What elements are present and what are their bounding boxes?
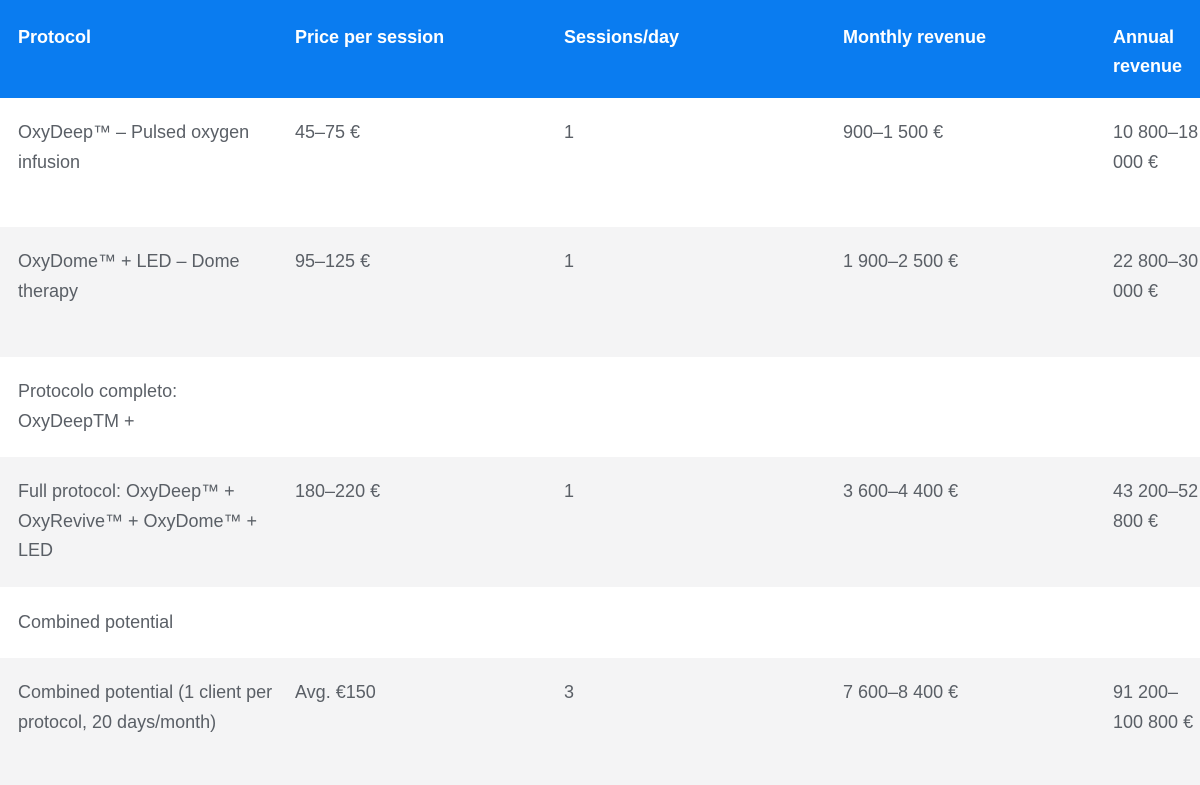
cell-protocol: Protocolo completo: OxyDeepTM + [18,381,178,431]
header-protocol: Protocol [18,27,92,47]
cell-monthly [825,587,1093,658]
cell-price: 180–220 € [295,481,381,501]
table-header: Protocol Price per session Sessions/day … [0,0,1200,98]
cell-price: Avg. €150 [295,682,376,702]
table-row: Full protocol: OxyDeep™ + OxyRevive™ + O… [0,457,1200,587]
cell-price [277,357,547,457]
cell-annual: 91 200–100 800 € [1113,682,1194,732]
cell-sessions: 1 [564,481,575,501]
cell-annual: 10 800–18 000 € [1113,122,1199,172]
cell-annual: 22 800–30 000 € [1113,251,1199,301]
cell-price: 95–125 € [295,251,371,271]
cell-monthly: 900–1 500 € [843,122,944,142]
table-row: OxyDeep™ – Pulsed oxygen infusion 45–75 … [0,98,1200,227]
cell-monthly [825,357,1093,457]
cell-annual [1093,357,1200,457]
cell-protocol: OxyDome™ + LED – Dome therapy [18,251,240,301]
cell-sessions: 1 [564,122,575,142]
table-row: Combined potential [0,587,1200,658]
cell-sessions [547,587,825,658]
cell-price: 45–75 € [295,122,361,142]
cell-monthly: 1 900–2 500 € [843,251,959,271]
cell-price [277,587,547,658]
cell-sessions: 1 [564,251,575,271]
cell-protocol: OxyDeep™ – Pulsed oxygen infusion [18,122,250,172]
table-row: Combined potential (1 client per protoco… [0,658,1200,785]
table-row: OxyDome™ + LED – Dome therapy 95–125 € 1… [0,227,1200,357]
cell-monthly: 7 600–8 400 € [843,682,959,702]
cell-protocol: Full protocol: OxyDeep™ + OxyRevive™ + O… [18,481,258,560]
header-monthly: Monthly revenue [843,27,987,47]
cell-monthly: 3 600–4 400 € [843,481,959,501]
header-sessions: Sessions/day [564,27,680,47]
revenue-table: Protocol Price per session Sessions/day … [0,0,1200,785]
cell-sessions [547,357,825,457]
cell-protocol: Combined potential (1 client per protoco… [18,682,273,732]
header-annual: Annual revenue [1113,27,1183,76]
table-row: Protocolo completo: OxyDeepTM + [0,357,1200,457]
cell-sessions: 3 [564,682,575,702]
cell-annual [1093,587,1200,658]
cell-annual: 43 200–52 800 € [1113,481,1199,531]
header-price: Price per session [295,27,445,47]
cell-protocol: Combined potential [18,612,174,632]
